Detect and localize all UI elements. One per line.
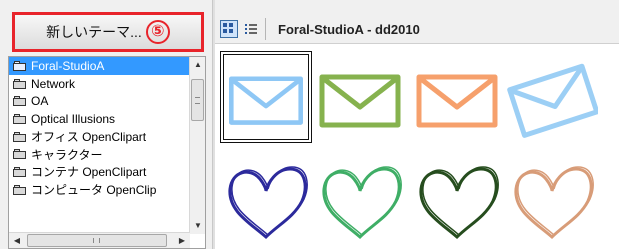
heart-dark-blue-thumbnail[interactable]	[220, 153, 312, 245]
theme-list-item[interactable]: コンピュータ OpenClip	[9, 181, 205, 199]
horizontal-scrollbar[interactable]: ◀ ▶	[9, 232, 190, 248]
folder-icon	[13, 166, 26, 177]
vertical-scroll-thumb[interactable]	[191, 79, 204, 121]
scroll-right-icon[interactable]: ▶	[174, 233, 190, 248]
list-view-icon	[245, 23, 257, 35]
theme-list-item-label: コンテナ OpenClipart	[31, 165, 147, 180]
scroll-left-icon[interactable]: ◀	[9, 233, 25, 248]
envelope-icon	[416, 74, 498, 128]
clipart-toolbar: Foral-StudioA - dd2010	[215, 0, 619, 44]
theme-list-item[interactable]: コンテナ OpenClipart	[9, 163, 205, 181]
envelope-orange-thumbnail[interactable]	[411, 51, 503, 143]
clipart-thumbnail-grid	[215, 45, 619, 249]
envelope-icon	[507, 63, 600, 138]
scroll-down-icon[interactable]: ▼	[190, 218, 205, 234]
grid-view-icon	[223, 23, 235, 35]
envelope-icon	[229, 76, 303, 125]
theme-list-item[interactable]: オフィス OpenClipart	[9, 128, 205, 146]
folder-icon	[13, 131, 26, 142]
theme-list-item-label: オフィス OpenClipart	[31, 130, 147, 145]
envelope-icon	[319, 74, 401, 128]
envelope-tilted-blue-thumbnail[interactable]	[506, 51, 600, 143]
theme-list-item[interactable]: OA	[9, 92, 205, 110]
scroll-up-icon[interactable]: ▲	[190, 57, 205, 73]
theme-list-item-label: キャラクター	[31, 147, 103, 162]
envelope-light-blue-thumbnail[interactable]	[220, 51, 312, 143]
heart-peach-thumbnail[interactable]	[506, 153, 598, 245]
envelope-green-thumbnail[interactable]	[314, 51, 406, 143]
new-theme-button[interactable]: 新しいテーマ... ⑤	[12, 12, 204, 52]
step-number-badge: ⑤	[145, 20, 170, 44]
heart-dark-green-thumbnail[interactable]	[411, 153, 503, 245]
theme-list-item-label: Optical Illusions	[31, 111, 116, 126]
folder-icon	[13, 60, 26, 71]
horizontal-scroll-thumb[interactable]	[27, 234, 167, 247]
toolbar-separator	[265, 18, 266, 40]
theme-list[interactable]: Foral-StudioA Network OA Optical Illusions オ…	[8, 56, 206, 249]
theme-list-item-label: Foral-StudioA	[31, 58, 105, 73]
theme-list-item[interactable]: Foral-StudioA	[9, 57, 205, 75]
theme-list-item-label: OA	[31, 94, 49, 109]
theme-list-item[interactable]: Network	[9, 75, 205, 93]
folder-icon	[13, 96, 26, 107]
heart-icon	[419, 166, 499, 240]
folder-icon	[13, 78, 26, 89]
vertical-scrollbar[interactable]: ▲ ▼	[189, 57, 205, 234]
theme-panel: 新しいテーマ... ⑤ Foral-StudioA Network OA Optica…	[0, 0, 212, 249]
new-theme-label: 新しいテーマ...	[46, 24, 142, 40]
list-view-button[interactable]	[242, 20, 260, 38]
theme-list-item-label: コンピュータ OpenClip	[31, 183, 157, 198]
folder-icon	[13, 113, 26, 124]
grid-view-button[interactable]	[220, 20, 238, 38]
theme-list-item[interactable]: キャラクター	[9, 145, 205, 163]
folder-icon	[13, 149, 26, 160]
heart-icon	[228, 166, 308, 240]
clipart-panel: Foral-StudioA - dd2010	[215, 0, 619, 249]
folder-icon	[13, 184, 26, 195]
theme-title: Foral-StudioA - dd2010	[278, 22, 420, 37]
theme-list-item[interactable]: Optical Illusions	[9, 110, 205, 128]
heart-icon	[514, 166, 594, 240]
heart-green-thumbnail[interactable]	[314, 153, 406, 245]
heart-icon	[322, 166, 402, 240]
theme-list-item-label: Network	[31, 76, 76, 91]
